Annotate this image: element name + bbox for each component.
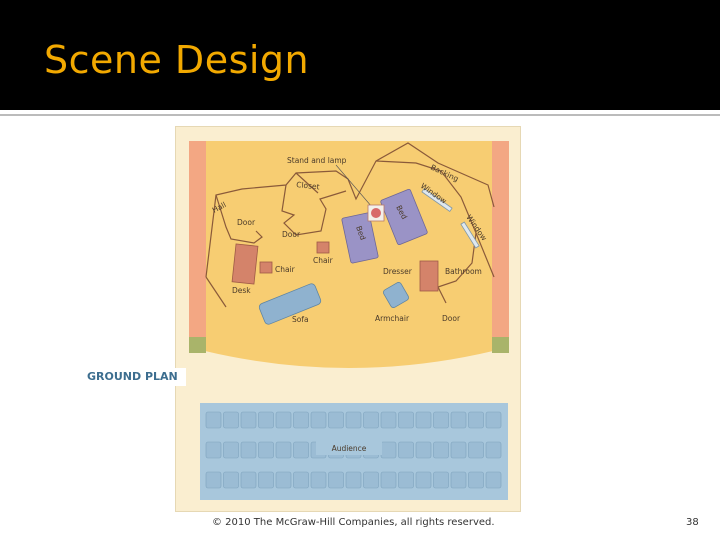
audience-seat [328, 471, 344, 489]
chair-2-shape [316, 241, 330, 254]
audience-seat [223, 471, 239, 489]
audience-seat [415, 441, 432, 459]
stage-apron [205, 351, 493, 368]
label-chair-1: Chair [275, 265, 296, 274]
audience-seat [468, 441, 484, 459]
audience-seat [398, 411, 414, 429]
audience-seat [310, 471, 327, 489]
label-armchair: Armchair [375, 314, 410, 323]
audience-seat [240, 411, 257, 429]
ground-plan-frame: Stand and lamp Backing Closet Hall Windo… [175, 126, 521, 512]
audience-seat [205, 471, 222, 489]
proscenium-right [492, 141, 509, 337]
audience-seat [275, 411, 292, 429]
audience-seat [223, 441, 239, 459]
audience-seat [328, 411, 344, 429]
audience-seat [433, 441, 449, 459]
label-desk: Desk [232, 286, 251, 295]
audience-seat [240, 441, 257, 459]
audience-seat [398, 441, 414, 459]
slide-title: Scene Design [44, 38, 310, 82]
audience-seat [240, 471, 257, 489]
lamp-shape [371, 208, 381, 218]
label-chair-2: Chair [313, 256, 334, 265]
label-bathroom: Bathroom [445, 267, 482, 276]
desk-shape [231, 243, 259, 285]
dresser-shape [419, 260, 439, 292]
label-door-3: Door [442, 314, 461, 323]
proscenium-left [189, 141, 206, 337]
audience-seat [310, 411, 327, 429]
audience-seat [450, 411, 467, 429]
audience-seat [345, 411, 362, 429]
proscenium-left-base [189, 337, 206, 353]
copyright-footer: © 2010 The McGraw-Hill Companies, all ri… [212, 517, 495, 528]
audience-seat [485, 471, 502, 489]
audience-seat [258, 471, 274, 489]
audience-seat [415, 471, 432, 489]
audience-seat [398, 471, 414, 489]
label-audience: Audience [332, 444, 367, 453]
label-stand-and-lamp: Stand and lamp [287, 156, 347, 165]
audience-seat [275, 441, 292, 459]
audience-seat [450, 441, 467, 459]
proscenium-right-base [492, 337, 509, 353]
audience-seat [380, 411, 397, 429]
audience-seat [363, 471, 379, 489]
audience-seat [485, 441, 502, 459]
audience-seat [485, 411, 502, 429]
audience-seat [433, 471, 449, 489]
audience-seat [468, 411, 484, 429]
audience-seat [450, 471, 467, 489]
chair-1-shape [259, 261, 273, 274]
title-divider [0, 114, 720, 116]
audience-seat [293, 411, 309, 429]
audience-seat [380, 471, 397, 489]
audience-seat [258, 441, 274, 459]
audience-seat [433, 411, 449, 429]
label-door-1: Door [237, 218, 256, 227]
audience-seat [205, 441, 222, 459]
label-door-2: Door [282, 230, 301, 239]
page-number: 38 [686, 517, 699, 528]
audience-seat [293, 441, 309, 459]
audience-seat [275, 471, 292, 489]
audience-seat [258, 411, 274, 429]
audience-seat [380, 441, 397, 459]
audience-seat [293, 471, 309, 489]
ground-plan-caption: GROUND PLAN [84, 368, 186, 386]
audience-seat [205, 411, 222, 429]
label-sofa: Sofa [292, 315, 309, 324]
audience-seat [415, 411, 432, 429]
label-dresser: Dresser [383, 267, 413, 276]
audience-seat [363, 411, 379, 429]
audience-seat [468, 471, 484, 489]
audience-seat [345, 471, 362, 489]
audience-seat [223, 411, 239, 429]
ground-plan-diagram: Stand and lamp Backing Closet Hall Windo… [189, 141, 509, 500]
